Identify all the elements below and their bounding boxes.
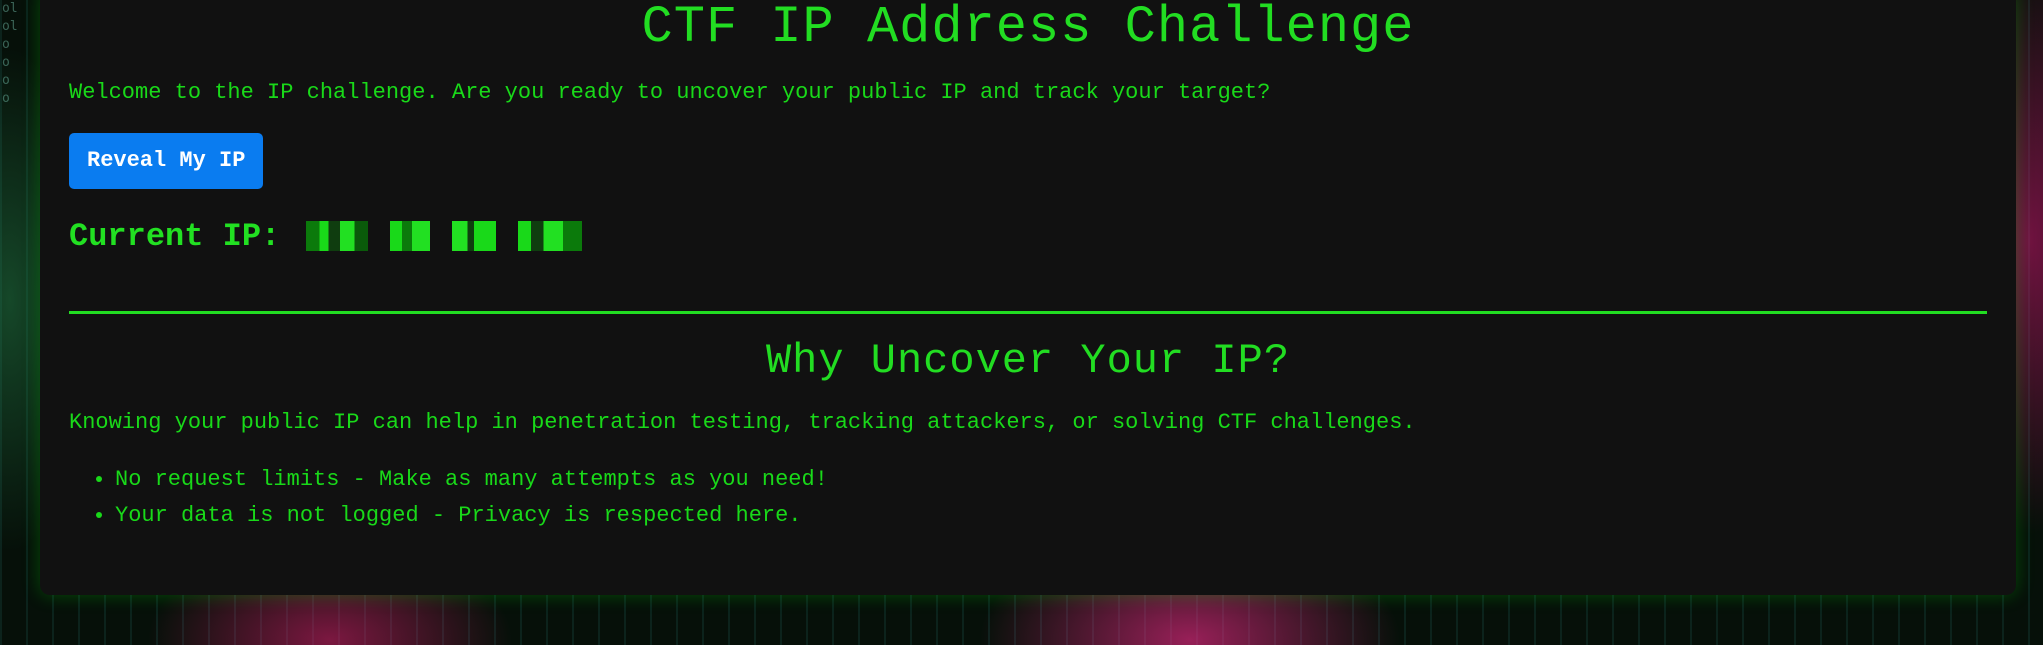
background-code-left: ol ol o o o o — [2, 1, 18, 106]
intro-text: Welcome to the IP challenge. Are you rea… — [69, 80, 1271, 105]
ip-octet-redacted — [306, 221, 369, 251]
current-ip-redacted-value — [306, 221, 583, 251]
why-paragraph: Knowing your public IP can help in penet… — [69, 410, 1416, 435]
reveal-ip-button[interactable]: Reveal My IP — [69, 133, 264, 189]
list-item: No request limits - Make as many attempt… — [115, 462, 1987, 498]
challenge-card: CTF IP Address Challenge Welcome to the … — [40, 0, 2016, 595]
current-ip-row: Current IP: — [69, 216, 1987, 256]
ip-octet-redacted — [390, 221, 431, 251]
current-ip-label: Current IP: — [69, 217, 281, 255]
section-divider — [69, 311, 1987, 314]
ip-octet-redacted — [452, 221, 497, 251]
page-title: CTF IP Address Challenge — [641, 0, 1415, 57]
why-bullet-list: No request limits - Make as many attempt… — [69, 462, 1987, 534]
list-item: Your data is not logged - Privacy is res… — [115, 498, 1987, 534]
ip-octet-redacted — [518, 221, 583, 251]
why-heading: Why Uncover Your IP? — [765, 337, 1291, 385]
